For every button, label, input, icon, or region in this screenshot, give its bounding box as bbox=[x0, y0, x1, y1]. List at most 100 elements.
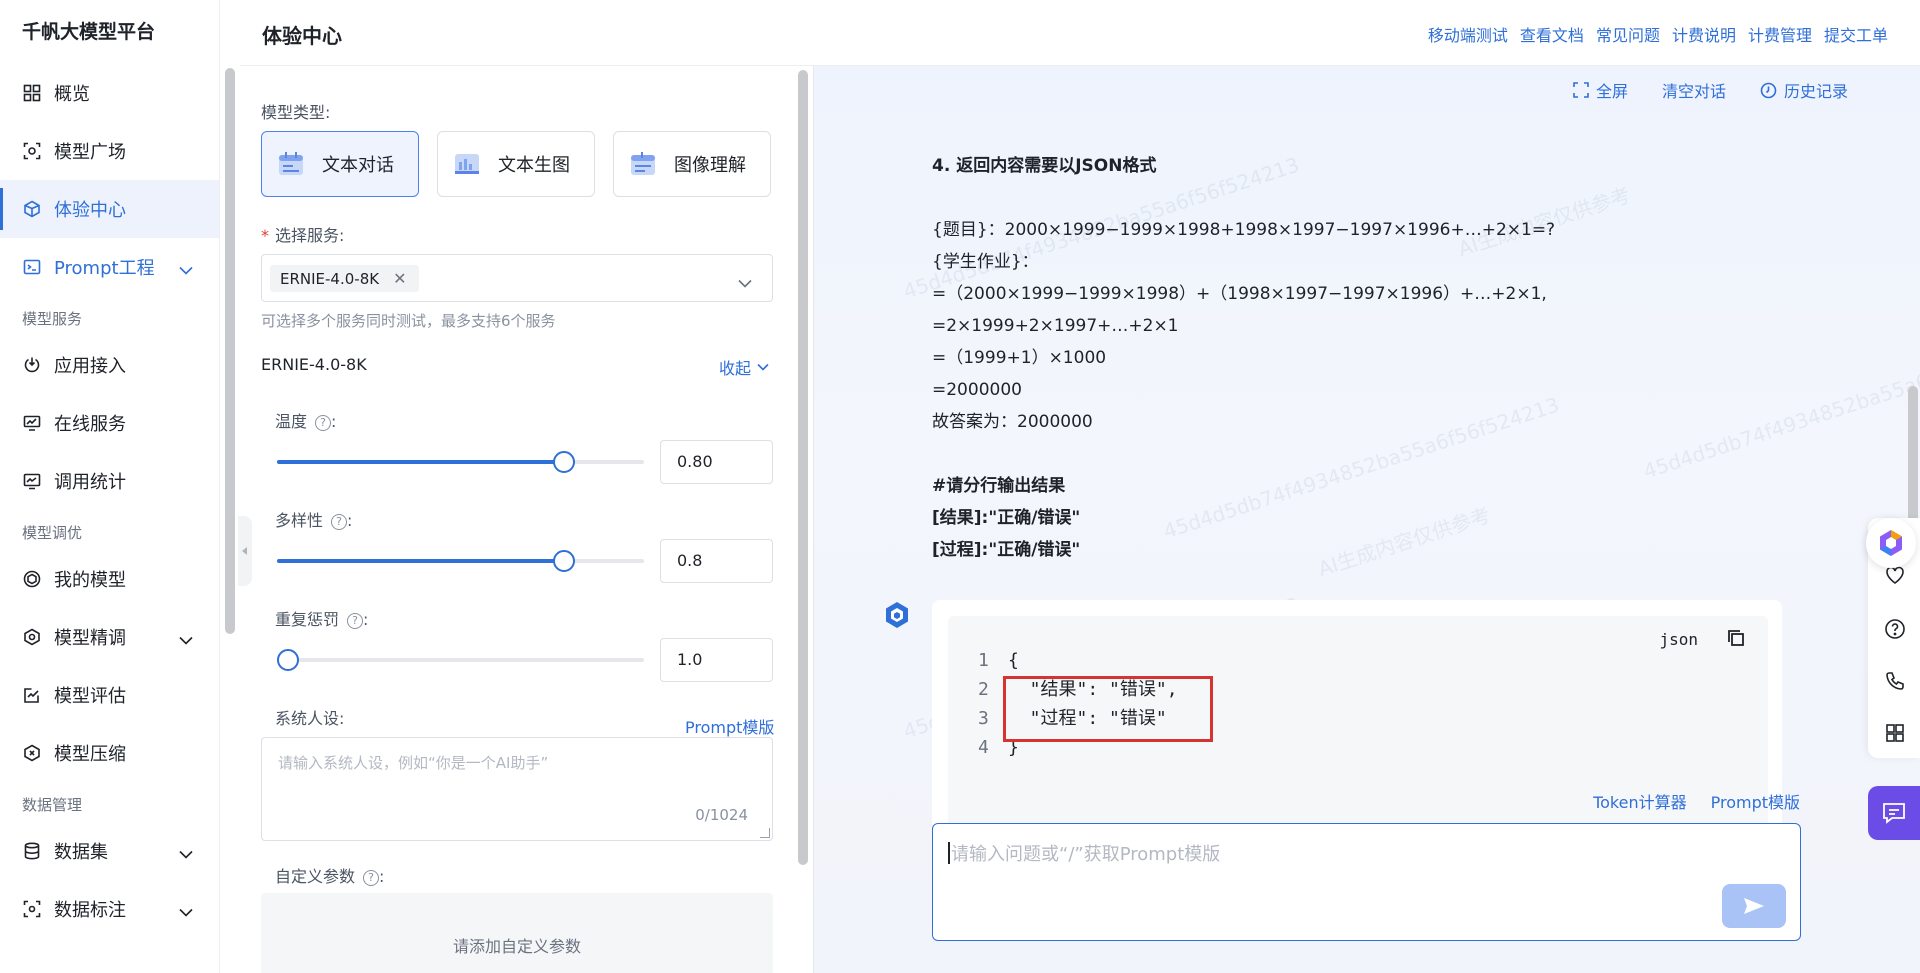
help-circle-icon[interactable] bbox=[1884, 618, 1906, 640]
sidebar-scrollbar[interactable] bbox=[225, 68, 235, 634]
apps-grid-icon[interactable] bbox=[1884, 722, 1906, 744]
chat-input[interactable]: 请输入问题或“/”获取Prompt模版 bbox=[932, 823, 1801, 941]
sidebar-item-compression[interactable]: 模型压缩 bbox=[0, 724, 219, 782]
sidebar-item-fine-tuning[interactable]: 模型精调 bbox=[0, 608, 219, 666]
model-type-label-text: 图像理解 bbox=[674, 155, 746, 176]
sidebar-nav: 概览 模型广场 体验中心 Prompt工程 模型服务 应用接入 在线服务 调用统… bbox=[0, 64, 219, 938]
message-line: {学生作业}： bbox=[932, 252, 1039, 272]
collapse-button[interactable]: 收起 bbox=[719, 355, 769, 379]
fullscreen-label: 全屏 bbox=[1595, 82, 1628, 101]
header-link-mobile-test[interactable]: 移动端测试 bbox=[1428, 22, 1508, 46]
penalty-input[interactable]: 1.0 bbox=[660, 638, 773, 682]
model-type-image-understanding[interactable]: 图像理解 bbox=[613, 131, 771, 197]
prompt-template-link[interactable]: Prompt模版 bbox=[685, 714, 774, 738]
sidebar-item-app-access[interactable]: 应用接入 bbox=[0, 336, 219, 394]
model-type-text-to-image[interactable]: 文本生图 bbox=[437, 131, 595, 197]
send-button[interactable] bbox=[1722, 884, 1786, 928]
config-scrollbar[interactable] bbox=[798, 70, 808, 865]
prompt-template-link[interactable]: Prompt模版 bbox=[1711, 789, 1800, 813]
sidebar-item-experience-center[interactable]: 体验中心 bbox=[0, 180, 219, 238]
assistant-logo-icon bbox=[1880, 530, 1902, 556]
scan-icon bbox=[22, 141, 42, 161]
resize-grip[interactable] bbox=[760, 828, 770, 838]
database-icon bbox=[22, 841, 42, 861]
sidebar-item-datasets[interactable]: 数据集 bbox=[0, 822, 219, 880]
message-line: [结果]:"正确/错误" bbox=[932, 508, 1081, 528]
header-link-submit-ticket[interactable]: 提交工单 bbox=[1824, 22, 1888, 46]
clear-chat-label: 清空对话 bbox=[1661, 82, 1726, 101]
help-icon[interactable]: ? bbox=[331, 513, 348, 530]
model-type-label: 模型类型: bbox=[261, 103, 331, 122]
sidebar-item-model-square[interactable]: 模型广场 bbox=[0, 122, 219, 180]
phone-icon[interactable] bbox=[1884, 670, 1906, 692]
sidebar-item-prompt-engineering[interactable]: Prompt工程 bbox=[0, 238, 219, 296]
header-links: 移动端测试 查看文档 常见问题 计费说明 计费管理 提交工单 bbox=[1428, 22, 1888, 46]
sidebar-item-online-service[interactable]: 在线服务 bbox=[0, 394, 219, 452]
sidebar-item-overview[interactable]: 概览 bbox=[0, 64, 219, 122]
message-line bbox=[932, 182, 1632, 214]
message-line bbox=[932, 438, 1632, 470]
panel-collapse-handle[interactable] bbox=[238, 516, 252, 586]
assistant-logo-button[interactable] bbox=[1866, 518, 1916, 568]
sidebar-item-call-stats[interactable]: 调用统计 bbox=[0, 452, 219, 510]
diversity-label: 多样性?: bbox=[275, 507, 352, 531]
grid-icon bbox=[22, 83, 42, 103]
slider-thumb[interactable] bbox=[277, 649, 299, 671]
message-icon bbox=[1883, 803, 1905, 824]
penalty-slider[interactable] bbox=[277, 649, 644, 671]
slider-thumb[interactable] bbox=[553, 550, 575, 572]
diversity-input[interactable]: 0.8 bbox=[660, 539, 773, 583]
sidebar-item-annotation[interactable]: 数据标注 bbox=[0, 880, 219, 938]
chevron-down-icon bbox=[738, 273, 752, 292]
help-icon[interactable]: ? bbox=[347, 612, 364, 629]
model-type-text-chat[interactable]: 文本对话 bbox=[261, 131, 419, 197]
message-line: [过程]:"正确/错误" bbox=[932, 540, 1081, 560]
chat-input-placeholder: 请输入问题或“/”获取Prompt模版 bbox=[951, 844, 1221, 865]
sidebar: 千帆大模型平台 概览 模型广场 体验中心 Prompt工程 模型服务 应用接入 … bbox=[0, 0, 235, 973]
cube-icon bbox=[22, 199, 42, 219]
clear-chat-button[interactable]: 清空对话 bbox=[1662, 78, 1726, 102]
help-icon[interactable]: ? bbox=[363, 869, 380, 886]
system-persona-textarea[interactable]: 请输入系统人设，例如“你是一个AI助手” 0/1024 bbox=[261, 737, 773, 841]
chat-toolbar: 全屏 清空对话 历史记录 bbox=[1573, 78, 1848, 102]
copy-icon[interactable] bbox=[1726, 628, 1746, 648]
code-language: json bbox=[1659, 630, 1698, 649]
fullscreen-button[interactable]: 全屏 bbox=[1573, 78, 1628, 102]
message-line: {题目}：2000×1999−1999×1998+1998×1997−1997×… bbox=[932, 220, 1556, 240]
sidebar-item-my-models[interactable]: 我的模型 bbox=[0, 550, 219, 608]
selected-service-name: ERNIE-4.0-8K bbox=[280, 269, 380, 288]
temperature-label-text: 温度 bbox=[275, 412, 308, 431]
chevron-down-icon bbox=[179, 259, 193, 280]
model-type-label-text: 文本对话 bbox=[322, 155, 394, 176]
slider-fill bbox=[277, 559, 564, 563]
diversity-label-text: 多样性 bbox=[275, 511, 324, 530]
sidebar-item-evaluation[interactable]: 模型评估 bbox=[0, 666, 219, 724]
history-button[interactable]: 历史记录 bbox=[1760, 78, 1848, 102]
user-message: 4. 返回内容需要以JSON格式 {题目}：2000×1999−1999×1998… bbox=[932, 150, 1632, 566]
diversity-slider[interactable] bbox=[277, 550, 644, 572]
slider-thumb[interactable] bbox=[553, 451, 575, 473]
text-caret bbox=[948, 842, 950, 864]
temperature-input[interactable]: 0.80 bbox=[660, 440, 773, 484]
message-line: =（1999+1）×1000 bbox=[932, 348, 1107, 368]
header-link-billing-info[interactable]: 计费说明 bbox=[1672, 22, 1736, 46]
token-calculator-link[interactable]: Token计算器 bbox=[1593, 789, 1687, 813]
code-line: 1{ bbox=[978, 646, 1178, 675]
brand-title: 千帆大模型平台 bbox=[22, 21, 156, 43]
sidebar-item-label: 我的模型 bbox=[54, 570, 126, 591]
add-custom-params-area[interactable]: 请添加自定义参数 bbox=[261, 893, 773, 973]
temperature-slider[interactable] bbox=[277, 451, 644, 473]
sidebar-item-label: 应用接入 bbox=[54, 356, 126, 377]
compress-icon bbox=[22, 743, 42, 763]
model-type-label-text: 文本生图 bbox=[498, 155, 570, 176]
chat-feedback-button[interactable] bbox=[1868, 786, 1920, 840]
tag-close-icon[interactable]: ✕ bbox=[393, 269, 406, 288]
help-icon[interactable]: ? bbox=[315, 414, 332, 431]
header-link-faq[interactable]: 常见问题 bbox=[1596, 22, 1660, 46]
label-colon: : bbox=[331, 412, 337, 431]
line-number: 2 bbox=[978, 679, 989, 700]
header-link-docs[interactable]: 查看文档 bbox=[1520, 22, 1584, 46]
sidebar-item-label: 概览 bbox=[54, 84, 90, 105]
header-link-billing-manage[interactable]: 计费管理 bbox=[1748, 22, 1812, 46]
service-select[interactable]: ERNIE-4.0-8K ✕ bbox=[261, 254, 773, 302]
